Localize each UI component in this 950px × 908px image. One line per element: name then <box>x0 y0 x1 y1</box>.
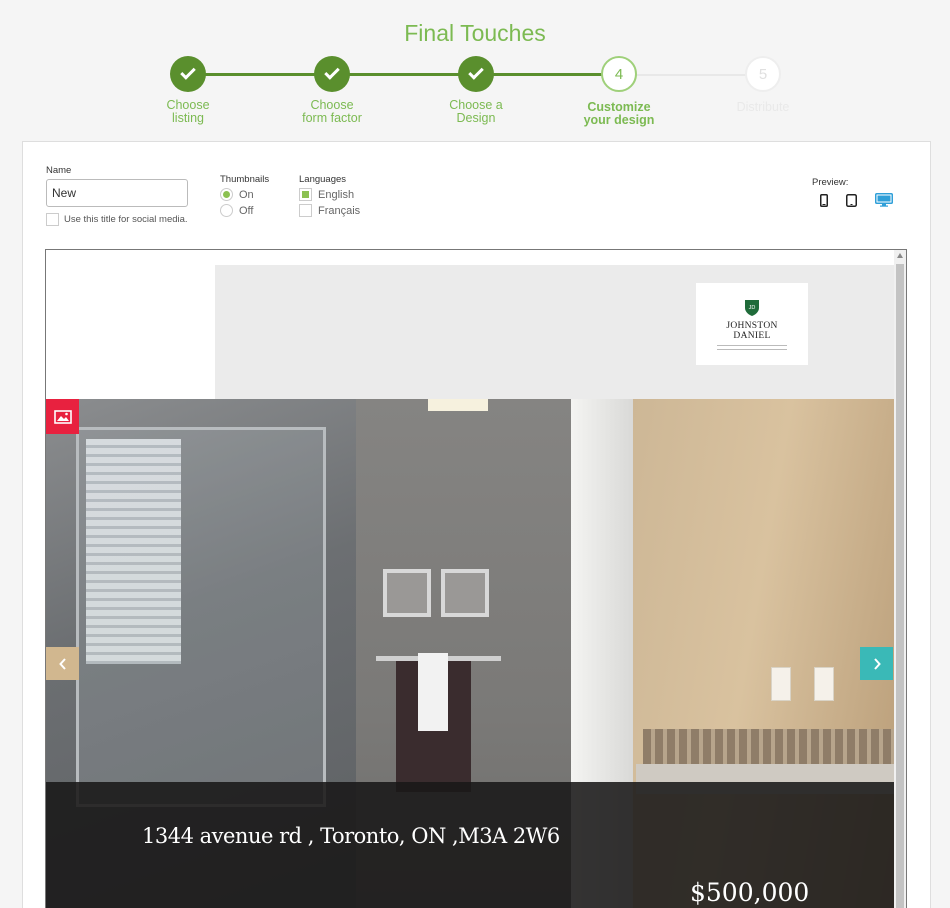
thumbnails-on-radio[interactable] <box>220 188 233 201</box>
thumbnails-on-option[interactable]: On <box>220 188 269 201</box>
english-label: English <box>318 188 355 201</box>
design-settings-card: Name Use this title for social media. Th… <box>22 141 931 908</box>
image-icon[interactable] <box>46 399 79 434</box>
social-title-label: Use this title for social media. <box>64 214 188 225</box>
step-1-check-icon <box>170 56 206 92</box>
french-checkbox[interactable] <box>299 204 312 217</box>
chevron-right-icon <box>873 657 881 670</box>
step-distribute[interactable]: 5 Distribute <box>693 56 833 114</box>
social-title-option[interactable]: Use this title for social media. <box>46 213 188 226</box>
logo-name-line1: JOHNSTON <box>726 320 778 331</box>
step-2-check-icon <box>314 56 350 92</box>
step-choose-form-factor[interactable]: Choose form factor <box>262 56 402 125</box>
preview-device-group: Preview: <box>812 177 893 207</box>
step-5-number: 5 <box>745 56 781 92</box>
listing-address: 1344 avenue rd , Toronto, ON ,M3A 2W6 <box>142 824 560 848</box>
slider-prev-button[interactable] <box>46 647 79 680</box>
shield-logo-icon: JD <box>745 299 759 316</box>
step-choose-listing[interactable]: Choose listing <box>118 56 258 125</box>
language-french-option[interactable]: Français <box>299 204 360 217</box>
step-choose-design[interactable]: Choose a Design <box>406 56 546 125</box>
page-title: Final Touches <box>404 20 546 46</box>
logo-tagline-decoration <box>717 344 787 350</box>
thumbnails-on-label: On <box>239 188 254 201</box>
name-field-group: Name Use this title for social media. <box>46 165 188 226</box>
languages-label: Languages <box>299 174 347 185</box>
logo-name-line2: DANIEL <box>733 330 771 341</box>
languages-group: Languages English Français <box>299 174 360 217</box>
preview-label: Preview: <box>812 177 849 188</box>
name-input[interactable] <box>46 179 188 207</box>
desktop-icon[interactable] <box>875 193 893 207</box>
svg-text:JD: JD <box>749 305 756 311</box>
step-3-label: Choose a Design <box>449 98 503 125</box>
progress-stepper: Choose listing Choose form factor Choose a… <box>0 56 950 136</box>
brand-logo: JD JOHNSTON DANIEL <box>696 283 808 365</box>
thumbnails-label: Thumbnails <box>220 174 270 185</box>
phone-icon[interactable] <box>820 193 828 207</box>
step-3-check-icon <box>458 56 494 92</box>
preview-scrollbar[interactable] <box>894 250 906 908</box>
step-5-label: Distribute <box>736 100 790 114</box>
preview-header: JD JOHNSTON DANIEL <box>215 265 894 399</box>
step-4-label: Customize your design <box>583 100 655 127</box>
chevron-left-icon <box>58 657 66 670</box>
scroll-up-icon[interactable] <box>897 253 903 258</box>
slider-next-button[interactable] <box>860 647 893 680</box>
english-checkbox[interactable] <box>299 188 312 201</box>
step-4-number: 4 <box>601 56 637 92</box>
listing-price: $500,000 <box>690 878 810 907</box>
social-title-checkbox[interactable] <box>46 213 59 226</box>
step-2-label: Choose form factor <box>302 98 362 125</box>
french-label: Français <box>318 204 361 217</box>
language-english-option[interactable]: English <box>299 188 360 201</box>
listing-caption: 1344 avenue rd , Toronto, ON ,M3A 2W6 $5… <box>46 782 894 908</box>
scroll-thumb[interactable] <box>896 264 904 908</box>
name-label: Name <box>46 165 72 176</box>
thumbnails-group: Thumbnails On Off <box>220 174 269 217</box>
thumbnails-off-label: Off <box>239 204 254 217</box>
tablet-icon[interactable] <box>846 193 857 207</box>
thumbnails-off-radio[interactable] <box>220 204 233 217</box>
listing-photo-slider: 1344 avenue rd , Toronto, ON ,M3A 2W6 $5… <box>46 399 894 908</box>
step-1-label: Choose listing <box>166 98 210 125</box>
thumbnails-off-option[interactable]: Off <box>220 204 269 217</box>
design-preview-frame: JD JOHNSTON DANIEL 1344 avenue rd , Toro… <box>45 249 907 908</box>
step-customize-design[interactable]: 4 Customize your design <box>549 56 689 127</box>
